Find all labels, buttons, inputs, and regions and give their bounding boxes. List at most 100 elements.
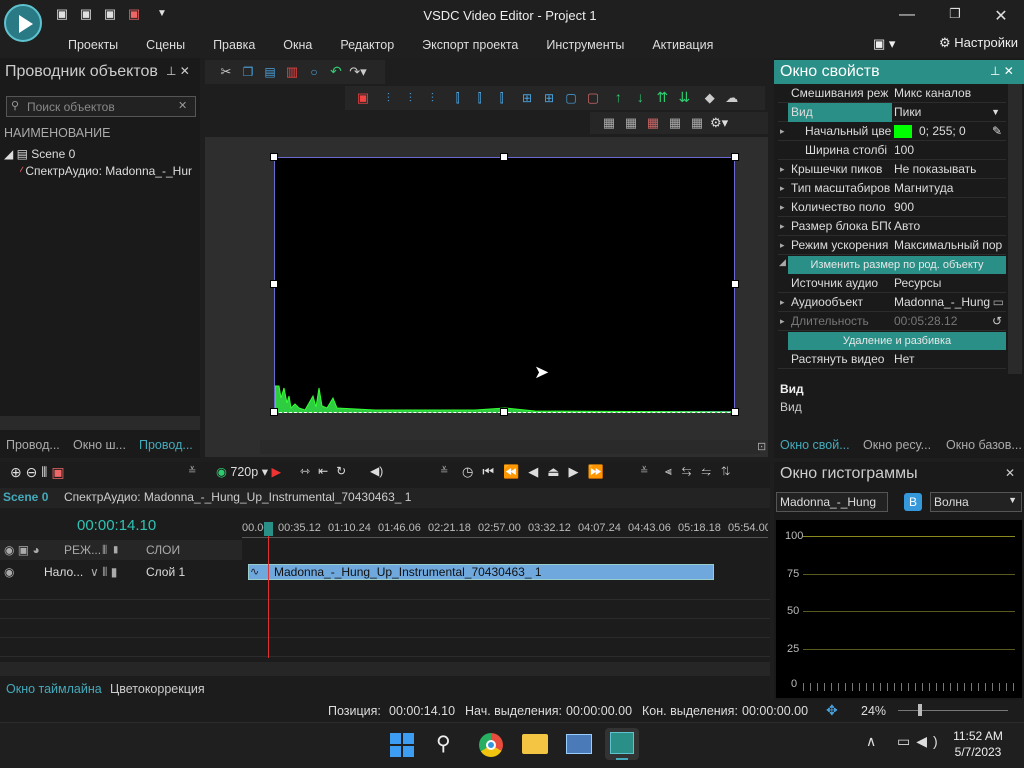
delete-split-button[interactable]: Удаление и разбивка	[788, 332, 1006, 350]
properties-tab[interactable]: Окно свой...	[780, 438, 850, 452]
cloud-icon[interactable]: ☁	[723, 89, 741, 107]
preview-settings-icon[interactable]: ⚙▾	[710, 114, 728, 132]
tray-expand-icon[interactable]: ∧	[866, 733, 876, 750]
save-icon[interactable]: ▣	[102, 6, 118, 22]
paste-icon[interactable]: ▤	[261, 63, 279, 81]
maximize-button[interactable]: ❐	[940, 6, 970, 22]
stop-icon[interactable]: ⏏	[547, 464, 568, 479]
left-tab-2[interactable]: Окно ш...	[73, 438, 126, 452]
toolbar-more-icon-3[interactable]: ≚	[640, 466, 648, 477]
align-middle-icon[interactable]: ⫿	[471, 89, 489, 107]
go-start-icon[interactable]: ⏮	[482, 464, 503, 479]
resize-handle[interactable]	[731, 153, 739, 161]
prop-peak-caps[interactable]: ▸ Крышечки пиков Не показывать	[778, 160, 1006, 179]
layer-row[interactable]: ◉ Нало... ∨ ⦀ ▮ Слой 1	[0, 562, 242, 582]
layer-visibility-icon[interactable]: ◉	[4, 565, 14, 579]
rewind-icon[interactable]: ⏪	[503, 464, 528, 479]
prop-stretch-video[interactable]: Растянуть видео Нет	[778, 350, 1006, 369]
playhead-handle[interactable]	[264, 522, 273, 536]
split-icon[interactable]: ⇿	[300, 464, 318, 478]
loop-icon[interactable]: ↻	[336, 464, 354, 478]
prop-bar-width[interactable]: Ширина столбі 100	[778, 141, 1006, 160]
cut-icon[interactable]: ✂	[217, 63, 235, 81]
timeline-window-tab[interactable]: Окно таймлайна	[6, 682, 102, 696]
photos-icon[interactable]	[566, 734, 592, 754]
file-explorer-icon[interactable]	[522, 734, 548, 754]
histogram-source-select[interactable]: Madonna_-_Hung	[776, 492, 888, 512]
align-bottom-icon[interactable]: ⫿	[493, 89, 511, 107]
menu-editor[interactable]: Редактор	[326, 36, 408, 54]
menu-edit[interactable]: Правка	[199, 36, 269, 54]
resize-handle[interactable]	[500, 408, 508, 416]
audio-spectrum-tab[interactable]: СпектрАудио: Madonna_-_Hung_Up_Instrumen…	[64, 490, 411, 504]
prop-audio-object[interactable]: ▸ Аудиообъект Madonna_-_Hung ▭	[778, 293, 1006, 312]
prop-blend-mode[interactable]: Смешивания реж Микс каналов	[778, 84, 1006, 103]
resize-handle[interactable]	[270, 408, 278, 416]
resize-handle[interactable]	[731, 280, 739, 288]
object-search-input[interactable]: Поиск объектов	[6, 96, 196, 117]
collapse-section-icon[interactable]: ◢	[779, 257, 786, 268]
step-back-icon[interactable]: ◀	[528, 464, 547, 479]
distribute-v-icon[interactable]: ⊞	[540, 89, 558, 107]
zoom-out-icon[interactable]: ⊖	[26, 464, 38, 480]
move-up-icon[interactable]: ↑	[609, 88, 627, 106]
resize-handle[interactable]	[500, 153, 508, 161]
prop-band-count[interactable]: ▸ Количество поло 900	[778, 198, 1006, 217]
windows-start-icon[interactable]	[390, 733, 414, 757]
prop-start-color[interactable]: ▸ Начальный цве 0; 255; 0 ✎	[778, 122, 1006, 141]
layout-icon[interactable]: ▣ ▾	[873, 36, 895, 52]
clock-date[interactable]: 5/7/2023	[950, 745, 1006, 759]
preview-resolution[interactable]: ◉ 720p ▾ ▶	[216, 464, 281, 479]
tree-item-audio-spectrum[interactable]: ∕ СпектрАудио: Madonna_-_Hur	[20, 164, 200, 178]
tree-item-scene[interactable]: ◢ ▤ Scene 0	[4, 147, 75, 161]
fit-icon[interactable]: ▣	[354, 89, 372, 107]
histogram-close-icon[interactable]: ✕	[1005, 466, 1015, 480]
canvas-h-scrollbar[interactable]	[260, 440, 760, 454]
new-project-icon[interactable]: ▣	[54, 6, 70, 22]
menu-windows[interactable]: Окна	[269, 36, 326, 54]
prop-acceleration-mode[interactable]: ▸ Режим ускорения Максимальный пор	[778, 236, 1006, 255]
chrome-icon[interactable]	[479, 733, 503, 757]
circle-icon[interactable]: ○	[305, 63, 323, 81]
channel-b-button[interactable]: B	[904, 493, 922, 511]
properties-pin-close-icon[interactable]: ⊥ ✕	[990, 64, 1014, 78]
reset-duration-icon[interactable]: ↺	[992, 312, 1002, 331]
distribute-h-icon[interactable]: ⊞	[518, 89, 536, 107]
open-project-icon[interactable]: ▣	[78, 6, 94, 22]
menu-projects[interactable]: Проекты	[54, 36, 132, 54]
eyedropper-icon[interactable]: ✎	[992, 122, 1002, 141]
copy-icon[interactable]: ❐	[239, 63, 257, 81]
header-eye-icon[interactable]: ◉ ▣ ◕	[4, 543, 40, 557]
snap-icon[interactable]: ▦	[622, 114, 640, 132]
prop-audio-source[interactable]: Источник аудио Ресурсы	[778, 274, 1006, 293]
snap-red-icon[interactable]: ▦	[644, 114, 662, 132]
color-swatch[interactable]	[894, 125, 912, 138]
menu-tools[interactable]: Инструменты	[532, 36, 638, 54]
properties-scrollbar[interactable]	[1008, 84, 1022, 374]
clock-time[interactable]: 11:52 AM	[950, 729, 1006, 743]
trim-icon[interactable]: ⇤	[318, 464, 336, 478]
play-icon[interactable]: ▶	[569, 464, 588, 479]
clear-search-icon[interactable]: ✕	[178, 99, 187, 112]
same-size-2-icon[interactable]: ▢	[584, 89, 602, 107]
send-back-icon[interactable]: ⇊	[675, 88, 693, 106]
align-track-icon[interactable]: ⫷	[665, 464, 682, 478]
toolbar-more-icon[interactable]: ≚	[188, 466, 196, 477]
zoom-slider[interactable]	[898, 710, 1008, 711]
prop-fft-block-size[interactable]: ▸ Размер блока БПО Авто	[778, 217, 1006, 236]
scene-video-frame[interactable]	[274, 157, 737, 413]
menu-export[interactable]: Экспорт проекта	[408, 36, 532, 54]
resize-handle[interactable]	[731, 408, 739, 416]
vsdc-taskbar-button[interactable]	[605, 728, 639, 760]
toolbar-more-icon-2[interactable]: ≚	[440, 466, 448, 477]
bring-front-icon[interactable]: ⇈	[653, 88, 671, 106]
timeline-h-scrollbar[interactable]	[0, 662, 770, 676]
left-tab-1[interactable]: Провод...	[6, 438, 60, 452]
prop-view[interactable]: Вид Пики ▼	[778, 103, 1006, 122]
shape-icon[interactable]: ◆	[701, 89, 719, 107]
layer-dropdown-icon[interactable]: ∨ ⦀ ▮	[90, 565, 117, 580]
playhead-line[interactable]	[268, 522, 269, 658]
audio-wave-icon[interactable]: ⦀	[41, 464, 47, 480]
close-button[interactable]: ✕	[986, 6, 1016, 26]
same-size-icon[interactable]: ▢	[562, 89, 580, 107]
